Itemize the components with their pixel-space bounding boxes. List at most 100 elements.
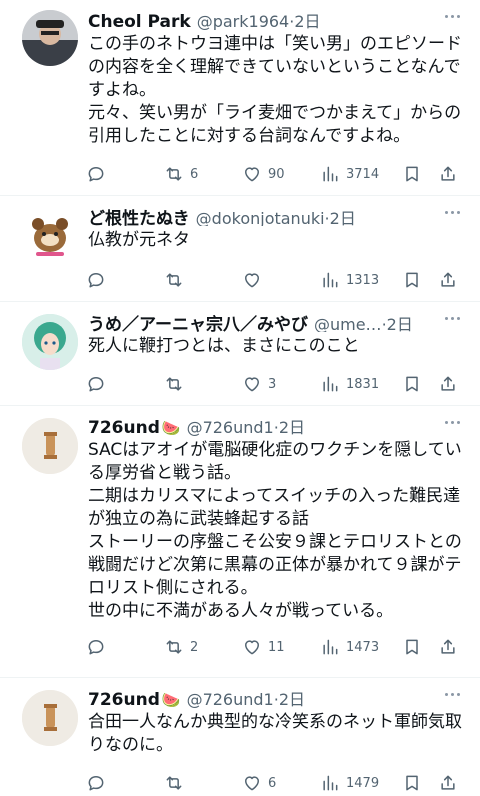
reply-button[interactable] (86, 164, 164, 184)
repost-icon (164, 270, 184, 290)
repost-icon (164, 637, 184, 657)
bar-chart-icon (320, 773, 340, 793)
reply-icon (86, 773, 106, 793)
watermelon-emoji: 🍉 (161, 691, 181, 708)
like-button[interactable]: 3 (242, 374, 320, 394)
views-button[interactable]: 1831 (320, 374, 402, 394)
avatar[interactable] (22, 314, 78, 370)
reply-button[interactable] (86, 773, 164, 793)
user-handle[interactable]: @ume… (314, 315, 382, 332)
reply-icon (86, 637, 106, 657)
timestamp[interactable]: 2日 (279, 686, 305, 708)
bar-chart-icon (320, 637, 340, 657)
more-options-icon[interactable] (438, 4, 466, 28)
avatar[interactable] (22, 690, 78, 746)
share-button[interactable] (438, 164, 462, 184)
bookmark-button[interactable] (402, 164, 438, 184)
timestamp[interactable]: 2日 (330, 205, 356, 226)
reply-button[interactable] (86, 270, 164, 290)
reply-icon (86, 164, 106, 184)
views-button[interactable]: 3714 (320, 164, 402, 184)
bar-chart-icon (320, 164, 340, 184)
bookmark-button[interactable] (402, 270, 438, 290)
share-icon (438, 270, 458, 290)
heart-icon (242, 773, 262, 793)
display-name[interactable]: ど根性たぬき (88, 204, 190, 226)
heart-icon (242, 637, 262, 657)
bookmark-icon (402, 270, 422, 290)
reply-item[interactable]: 726und 🍉 @726und1 · 2日 合田一人なんか典型的な冷笑系のネッ… (0, 678, 480, 796)
repost-button[interactable]: 6 (164, 164, 242, 184)
bookmark-button[interactable] (402, 637, 438, 657)
like-button[interactable]: 11 (242, 637, 320, 657)
repost-button[interactable] (164, 270, 242, 290)
action-bar: 1313 (86, 260, 466, 300)
reply-icon (86, 270, 106, 290)
user-handle[interactable]: @726und1 (187, 418, 274, 436)
bookmark-icon (402, 773, 422, 793)
user-handle[interactable]: @park1964 (197, 12, 290, 30)
reply-text: 合田一人なんか典型的な冷笑系のネット軍師気取りなのに。 (88, 712, 462, 755)
share-button[interactable] (438, 773, 462, 793)
display-name[interactable]: 726und (88, 690, 160, 708)
reply-text: この手のネトウヨ連中は「笑い男」のエピソードの内容を全く理解できていないというこ… (88, 34, 462, 146)
bar-chart-icon (320, 374, 340, 394)
share-button[interactable] (438, 637, 462, 657)
reply-button[interactable] (86, 374, 164, 394)
share-icon (438, 773, 458, 793)
reply-text: SACはアオイが電脳硬化症のワクチンを隠している厚労省と戦う話。 二期はカリスマ… (88, 440, 462, 621)
timestamp[interactable]: 2日 (294, 8, 320, 30)
bookmark-icon (402, 637, 422, 657)
more-options-icon[interactable] (438, 306, 466, 330)
bookmark-icon (402, 164, 422, 184)
action-bar: 6 1479 (86, 763, 466, 796)
action-bar: 3 1831 (86, 364, 466, 404)
views-button[interactable]: 1473 (320, 637, 402, 657)
user-handle[interactable]: @dokonjotanuki (196, 209, 325, 226)
reply-item[interactable]: Cheol Park @park1964 · 2日 この手のネトウヨ連中は「笑い… (0, 0, 480, 196)
repost-icon (164, 164, 184, 184)
watermelon-emoji: 🍉 (161, 419, 181, 436)
display-name[interactable]: Cheol Park (88, 12, 191, 30)
bookmark-button[interactable] (402, 374, 438, 394)
heart-icon (242, 164, 262, 184)
reply-item[interactable]: うめ／アーニャ宗八／みやび @ume… · 2日 死人に鞭打つとは、まさにこのこ… (0, 302, 480, 406)
like-button[interactable]: 90 (242, 164, 320, 184)
bookmark-button[interactable] (402, 773, 438, 793)
like-button[interactable] (242, 270, 320, 290)
action-bar: 6 90 3714 (86, 154, 466, 194)
repost-button[interactable] (164, 374, 242, 394)
reply-icon (86, 374, 106, 394)
reply-item[interactable]: ど根性たぬき @dokonjotanuki · 2日 仏教が元ネタ 1313 (0, 196, 480, 302)
more-options-icon[interactable] (438, 682, 466, 706)
display-name[interactable]: うめ／アーニャ宗八／みやび (88, 310, 308, 332)
timestamp[interactable]: 2日 (279, 414, 305, 436)
more-options-icon[interactable] (438, 200, 466, 224)
repost-button[interactable] (164, 773, 242, 793)
share-icon (438, 164, 458, 184)
share-button[interactable] (438, 374, 462, 394)
heart-icon (242, 270, 262, 290)
display-name[interactable]: 726und (88, 418, 160, 436)
bookmark-icon (402, 374, 422, 394)
more-options-icon[interactable] (438, 410, 466, 434)
bar-chart-icon (320, 270, 340, 290)
reply-text: 死人に鞭打つとは、まさにこのこと (88, 336, 360, 356)
repost-button[interactable]: 2 (164, 637, 242, 657)
views-button[interactable]: 1479 (320, 773, 402, 793)
action-bar: 2 11 1473 (86, 627, 466, 667)
timestamp[interactable]: 2日 (387, 311, 413, 332)
share-button[interactable] (438, 270, 462, 290)
avatar[interactable] (22, 418, 78, 474)
reply-item[interactable]: 726und 🍉 @726und1 · 2日 SACはアオイが電脳硬化症のワクチ… (0, 406, 480, 678)
like-button[interactable]: 6 (242, 773, 320, 793)
avatar[interactable] (22, 208, 78, 264)
user-handle[interactable]: @726und1 (187, 690, 274, 708)
share-icon (438, 637, 458, 657)
views-button[interactable]: 1313 (320, 270, 402, 290)
avatar[interactable] (22, 10, 78, 66)
heart-icon (242, 374, 262, 394)
reply-button[interactable] (86, 637, 164, 657)
reply-feed: Cheol Park @park1964 · 2日 この手のネトウヨ連中は「笑い… (0, 0, 480, 796)
repost-icon (164, 374, 184, 394)
